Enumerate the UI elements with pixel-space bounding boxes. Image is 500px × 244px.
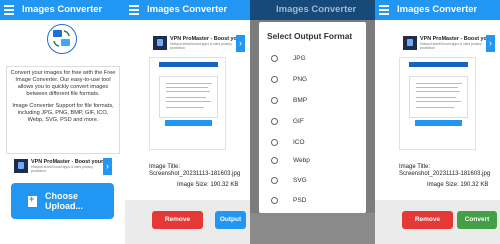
image-title-value: Screenshot_20231113-181603.jpg [149,171,241,177]
format-dialog-screen: Images Converter Select Output Format JP… [250,0,375,244]
format-option-bmp[interactable]: BMP [271,95,307,105]
ad-app-icon [14,159,28,173]
convert-screen: Images Converter VPN ProMaster - Boost y… [375,0,500,244]
radio-icon[interactable] [271,176,278,184]
radio-icon[interactable] [271,138,278,146]
image-title-label: Image Title: [149,164,181,170]
preview-screen: Images Converter VPN ProMaster - Boost y… [125,0,250,244]
image-title-label: Image Title: [399,164,431,170]
select-output-format-dialog: Select Output Format JPG PNG BMP GIF ICO… [259,22,366,213]
image-size-text: Image Size: 190.32 KB [427,182,489,188]
remove-button[interactable]: Remove [152,211,203,229]
app-title: Images Converter [397,4,478,15]
ad-subtitle: Hotspot shield boost apps & sites privac… [170,42,232,50]
radio-icon[interactable] [271,117,278,125]
ad-app-icon [153,36,167,50]
output-button[interactable]: Output [215,211,246,229]
ad-app-icon [403,36,417,50]
hamburger-menu-icon[interactable] [129,5,139,15]
radio-icon[interactable] [271,196,278,204]
intro-text: Convert your images for free with the Fr… [10,70,116,97]
dim-bottom-area [250,213,375,244]
app-title: Images Converter [22,4,103,15]
home-screen: Images Converter Convert your images for… [0,0,125,244]
format-option-png[interactable]: PNG [271,74,307,84]
ad-subtitle: Hotspot shield boost apps & sites privac… [420,42,482,50]
app-title: Images Converter [147,4,228,15]
file-upload-icon [28,194,37,207]
remove-button[interactable]: Remove [402,211,453,229]
ad-arrow-icon[interactable]: › [236,34,245,52]
app-bar-dimmed: Images Converter [250,0,375,20]
ad-subtitle: Hotspot shield boost apps & sites privac… [31,165,93,173]
ad-arrow-icon[interactable]: › [486,34,495,52]
format-option-gif[interactable]: GIF [271,116,304,126]
app-title: Images Converter [276,4,357,15]
format-option-ico[interactable]: ICO [271,137,305,147]
description-box: Convert your images for free with the Fr… [6,66,120,154]
format-option-jpg[interactable]: JPG [271,53,306,63]
formats-text: Image Converter Support for file formats… [12,103,114,123]
ad-banner[interactable]: VPN ProMaster - Boost your... Hotspot sh… [14,157,112,175]
image-convert-logo-icon [47,24,77,54]
hamburger-menu-icon[interactable] [4,5,14,15]
format-option-psd[interactable]: PSD [271,195,306,205]
radio-icon[interactable] [271,156,278,164]
image-size-text: Image Size: 190.32 KB [177,182,239,188]
app-bar: Images Converter [0,0,125,20]
format-option-svg[interactable]: SVG [271,175,307,185]
radio-icon[interactable] [271,54,278,62]
ad-banner[interactable]: VPN ProMaster - Boost you Hotspot shield… [153,34,245,52]
image-preview [399,57,476,150]
choose-upload-button[interactable]: Choose Upload... [11,183,114,219]
radio-icon[interactable] [271,75,278,83]
image-preview [149,57,226,150]
image-title-info: Image Title: Screenshot_20231113-181603.… [399,164,490,178]
hamburger-menu-icon[interactable] [379,5,389,15]
dialog-title: Select Output Format [267,31,353,41]
format-option-webp[interactable]: Webp [271,155,310,165]
convert-button[interactable]: Convert [457,211,497,229]
choose-upload-label: Choose Upload... [45,191,83,211]
radio-icon[interactable] [271,96,278,104]
ad-banner[interactable]: VPN ProMaster - Boost you Hotspot shield… [403,34,495,52]
ad-arrow-icon[interactable]: › [103,157,112,175]
app-bar: Images Converter [125,0,250,20]
image-title-value: Screenshot_20231113-181603.jpg [399,171,491,177]
image-title-info: Image Title: Screenshot_20231113-181603.… [149,164,240,178]
app-bar: Images Converter [375,0,500,20]
